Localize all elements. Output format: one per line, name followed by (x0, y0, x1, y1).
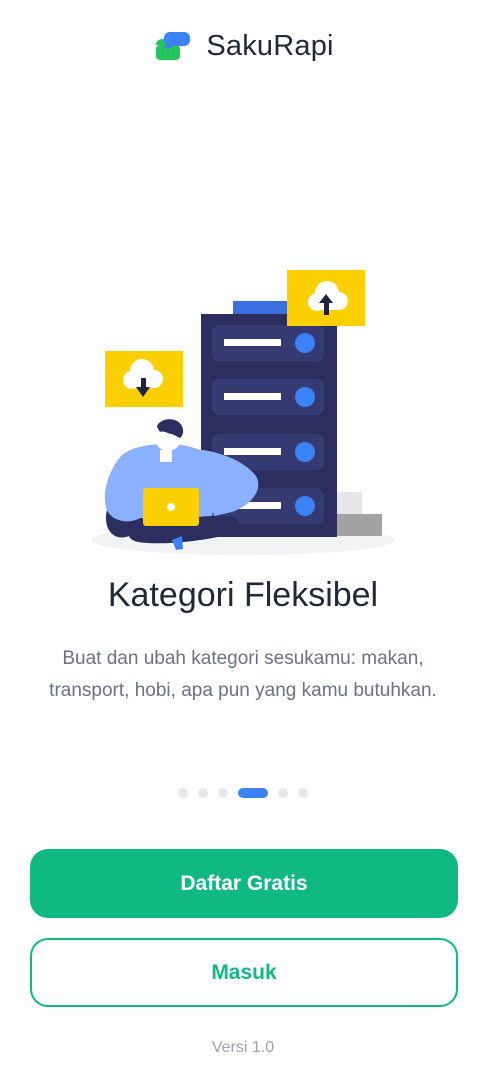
page-dot[interactable] (278, 788, 288, 798)
onboarding-illustration (91, 270, 395, 555)
slide-description: Buat dan ubah kategori sesukamu: makan, … (49, 648, 437, 701)
app-name: SakuRapi (206, 29, 334, 62)
cloud-upload-icon (287, 270, 365, 326)
version-label: Versi 1.0 (211, 1039, 275, 1056)
page-dot[interactable] (218, 788, 228, 798)
page-dot[interactable] (198, 788, 208, 798)
cloud-download-icon (105, 351, 183, 407)
page-dot[interactable] (178, 788, 188, 798)
slide-title: Kategori Fleksibel (107, 576, 379, 614)
app-header: SakuRapi (0, 26, 486, 66)
page-dot[interactable] (298, 788, 308, 798)
wallet-logo-icon (156, 32, 191, 60)
login-button[interactable]: Masuk (30, 938, 458, 1007)
register-button[interactable]: Daftar Gratis (30, 849, 458, 918)
page-indicator (0, 788, 486, 798)
page-dot-active[interactable] (238, 788, 268, 798)
